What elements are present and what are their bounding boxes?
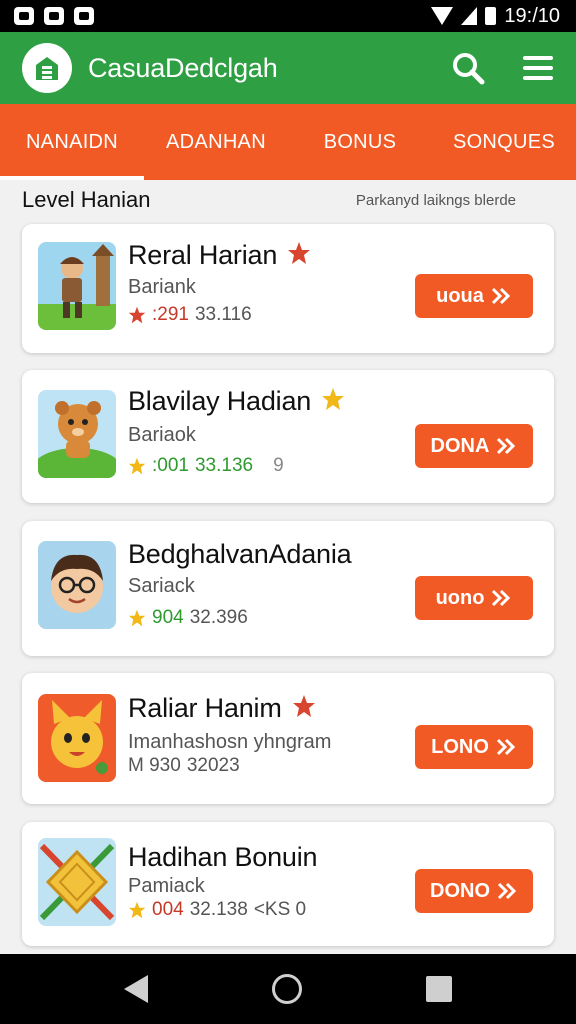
stat-secondary: 33.116 xyxy=(194,304,252,325)
notification-icon xyxy=(74,7,94,25)
card-subtitle: Bariank xyxy=(128,276,196,298)
play-button[interactable]: DONO xyxy=(415,869,533,913)
stat-value: :291 xyxy=(152,304,189,325)
chevron-right-icon xyxy=(497,882,517,900)
signal-icon xyxy=(461,7,478,25)
play-button[interactable]: uoua xyxy=(415,274,533,318)
stat-value: 004 xyxy=(152,899,184,920)
chevron-right-icon xyxy=(492,589,511,607)
game-thumbnail xyxy=(38,694,116,782)
star-badge-icon xyxy=(321,387,345,418)
home-icon[interactable] xyxy=(272,974,302,1004)
stat-extra: <KS 0 xyxy=(253,899,307,920)
notification-icons xyxy=(14,7,94,25)
stat-value: M 930 xyxy=(128,755,181,776)
card-title: BedghalvanAdania xyxy=(128,539,352,569)
list-item[interactable]: Hadihan Bonuin Pamiack 004 32.138 <KS 0 … xyxy=(22,822,554,946)
status-bar: 19:/10 xyxy=(0,0,576,32)
card-stats: :291 33.116 xyxy=(128,304,252,326)
stat-value: :001 xyxy=(152,455,189,476)
tab-bar: NANAIDN ADANHAN BONUS SONQUES xyxy=(0,104,576,180)
list-item[interactable]: Raliar Hanim Imanhashosn yhngram M 930 3… xyxy=(22,673,554,804)
play-button-label: uono xyxy=(435,586,485,609)
card-stats: 904 32.396 xyxy=(128,607,248,629)
back-icon[interactable] xyxy=(124,975,148,1003)
card-title: Reral Harian xyxy=(128,240,311,272)
chevron-right-icon xyxy=(496,738,516,756)
card-title: Hadihan Bonuin xyxy=(128,842,318,872)
star-icon xyxy=(128,457,146,475)
section-title: Level Hanian xyxy=(22,187,151,212)
play-button[interactable]: uono xyxy=(415,576,533,620)
star-badge-icon xyxy=(292,694,316,725)
play-button[interactable]: DONA xyxy=(415,424,533,468)
card-subtitle: Sariack xyxy=(128,575,195,597)
card-title-text: Blavilay Hadian xyxy=(128,386,312,416)
star-icon xyxy=(128,901,146,919)
navigation-bar xyxy=(0,954,576,1024)
notification-icon xyxy=(14,7,34,25)
stat-secondary: 33.136 xyxy=(194,455,254,476)
chevron-right-icon xyxy=(497,437,516,455)
section-header: Level Hanian Parkanyd laikngs blerde xyxy=(22,184,554,216)
star-badge-icon xyxy=(287,241,311,272)
status-time: 19:/10 xyxy=(504,4,560,27)
recent-apps-icon[interactable] xyxy=(426,976,452,1002)
card-stats: M 930 32023 xyxy=(128,755,240,777)
card-title: Raliar Hanim xyxy=(128,693,316,725)
card-stats: 004 32.138 <KS 0 xyxy=(128,899,306,921)
play-button-label: DONO xyxy=(430,879,490,902)
wifi-icon xyxy=(431,7,454,25)
card-subtitle: Bariaok xyxy=(128,424,196,446)
menu-icon[interactable] xyxy=(516,46,560,90)
chevron-right-icon xyxy=(491,287,511,305)
play-button-label: DONA xyxy=(430,434,490,457)
game-thumbnail xyxy=(38,242,116,330)
play-button-label: LONO xyxy=(431,735,489,758)
stat-extra: 9 xyxy=(273,455,284,476)
list-item[interactable]: Reral Harian Bariank :291 33.116 uoua xyxy=(22,224,554,353)
card-title-text: Reral Harian xyxy=(128,240,278,270)
app-title: CasuaDedclgah xyxy=(88,52,278,83)
store-icon[interactable] xyxy=(22,43,72,93)
play-button-label: uoua xyxy=(436,284,484,307)
star-icon xyxy=(128,306,146,324)
section-subtitle[interactable]: Parkanyd laikngs blerde xyxy=(356,192,516,209)
card-title-text: Raliar Hanim xyxy=(128,693,282,723)
tab-adanhan[interactable]: ADANHAN xyxy=(144,104,288,180)
notification-icon xyxy=(44,7,64,25)
stat-value: 904 xyxy=(152,607,184,628)
list-item[interactable]: BedghalvanAdania Sariack 904 32.396 uono xyxy=(22,521,554,656)
game-thumbnail xyxy=(38,838,116,926)
play-button[interactable]: LONO xyxy=(415,725,533,769)
game-thumbnail xyxy=(38,390,116,478)
search-icon[interactable] xyxy=(446,46,490,90)
card-subtitle: Pamiack xyxy=(128,875,205,897)
stat-secondary: 32023 xyxy=(186,755,240,776)
battery-icon xyxy=(485,7,497,25)
star-icon xyxy=(128,609,146,627)
stat-secondary: 32.138 xyxy=(189,899,248,920)
card-title: Blavilay Hadian xyxy=(128,386,345,418)
app-bar: CasuaDedclgah xyxy=(0,32,576,104)
tab-sonques[interactable]: SONQUES xyxy=(432,104,576,180)
card-subtitle: Imanhashosn yhngram xyxy=(128,731,332,753)
stat-secondary: 32.396 xyxy=(189,607,248,628)
game-thumbnail xyxy=(38,541,116,629)
tab-bonus[interactable]: BONUS xyxy=(288,104,432,180)
tab-nanaidn[interactable]: NANAIDN xyxy=(0,104,144,180)
list-item[interactable]: Blavilay Hadian Bariaok :001 33.136 9 DO… xyxy=(22,370,554,503)
card-stats: :001 33.136 9 xyxy=(128,455,284,477)
